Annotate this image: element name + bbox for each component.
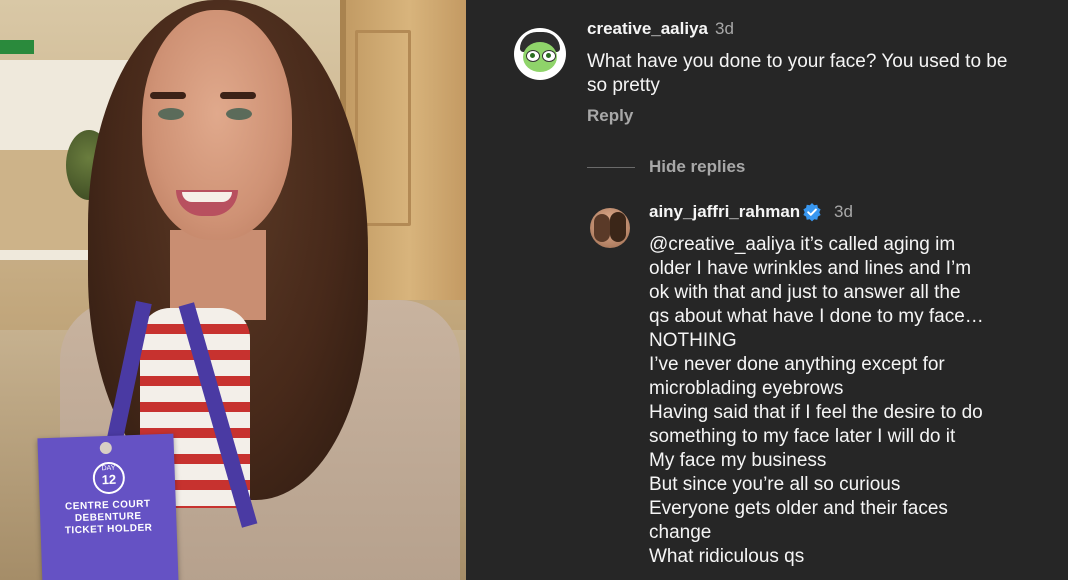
verified-badge-icon <box>803 203 821 222</box>
exit-sign <box>0 40 34 54</box>
reply-line: microblading eyebrows <box>649 378 844 399</box>
reply-text: @creative_aaliya it’s called aging im ol… <box>649 233 1059 569</box>
reply-line: What ridiculous qs <box>649 546 805 567</box>
selfie-photo: DAY 12 CENTRE COURT DEBENTURE TICKET HOL… <box>0 0 466 580</box>
reply-button[interactable]: Reply <box>587 106 633 126</box>
reply-line: Having said that if I feel the desire to… <box>649 402 983 423</box>
reply-line: qs about what have I done to my face… <box>649 306 984 327</box>
comment-text: What have you done to your face? You use… <box>587 51 1008 96</box>
avatar-pupil-left <box>530 53 535 58</box>
comment-thread: creative_aaliya 3d What have you done to… <box>466 0 1068 580</box>
reply-timestamp[interactable]: 3d <box>834 202 853 222</box>
reply-line: something to my face later I will do it <box>649 426 956 447</box>
reply-line: change <box>649 522 712 543</box>
avatar-person-right <box>610 212 626 242</box>
right-eye <box>226 108 252 120</box>
reply-line: NOTHING <box>649 330 737 351</box>
left-eyebrow <box>150 92 186 99</box>
reply-line: My face my business <box>649 450 827 471</box>
left-eye <box>158 108 184 120</box>
replies-divider <box>587 167 635 168</box>
reply-line: @creative_aaliya it’s called aging im <box>649 234 956 255</box>
hide-replies-button[interactable]: Hide replies <box>649 157 745 177</box>
avatar-pupil-right <box>546 53 551 58</box>
reply-line: I’ve never done anything except for <box>649 354 945 375</box>
ticket-holder-badge: DAY 12 CENTRE COURT DEBENTURE TICKET HOL… <box>37 433 179 580</box>
comment-timestamp[interactable]: 3d <box>715 19 734 39</box>
reply-line: But since you’re all so curious <box>649 474 901 495</box>
badge-day-circle: DAY 12 <box>92 461 126 495</box>
commenter-avatar[interactable] <box>514 28 566 80</box>
reply-line: ok with that and just to answer all the <box>649 282 961 303</box>
right-eyebrow <box>220 92 256 99</box>
reply-author-username[interactable]: ainy_jaffri_rahman <box>649 202 800 222</box>
teeth <box>182 192 232 202</box>
badge-hole <box>99 441 113 455</box>
reply-line: older I have wrinkles and lines and I’m <box>649 258 972 279</box>
badge-title: CENTRE COURT DEBENTURE TICKET HOLDER <box>64 498 153 537</box>
reply-line: Everyone gets older and their faces <box>649 498 948 519</box>
commenter-username[interactable]: creative_aaliya <box>587 19 708 39</box>
avatar-person-left <box>594 214 610 242</box>
badge-day-number: 12 <box>101 471 117 488</box>
reply-author-avatar[interactable] <box>590 208 630 248</box>
